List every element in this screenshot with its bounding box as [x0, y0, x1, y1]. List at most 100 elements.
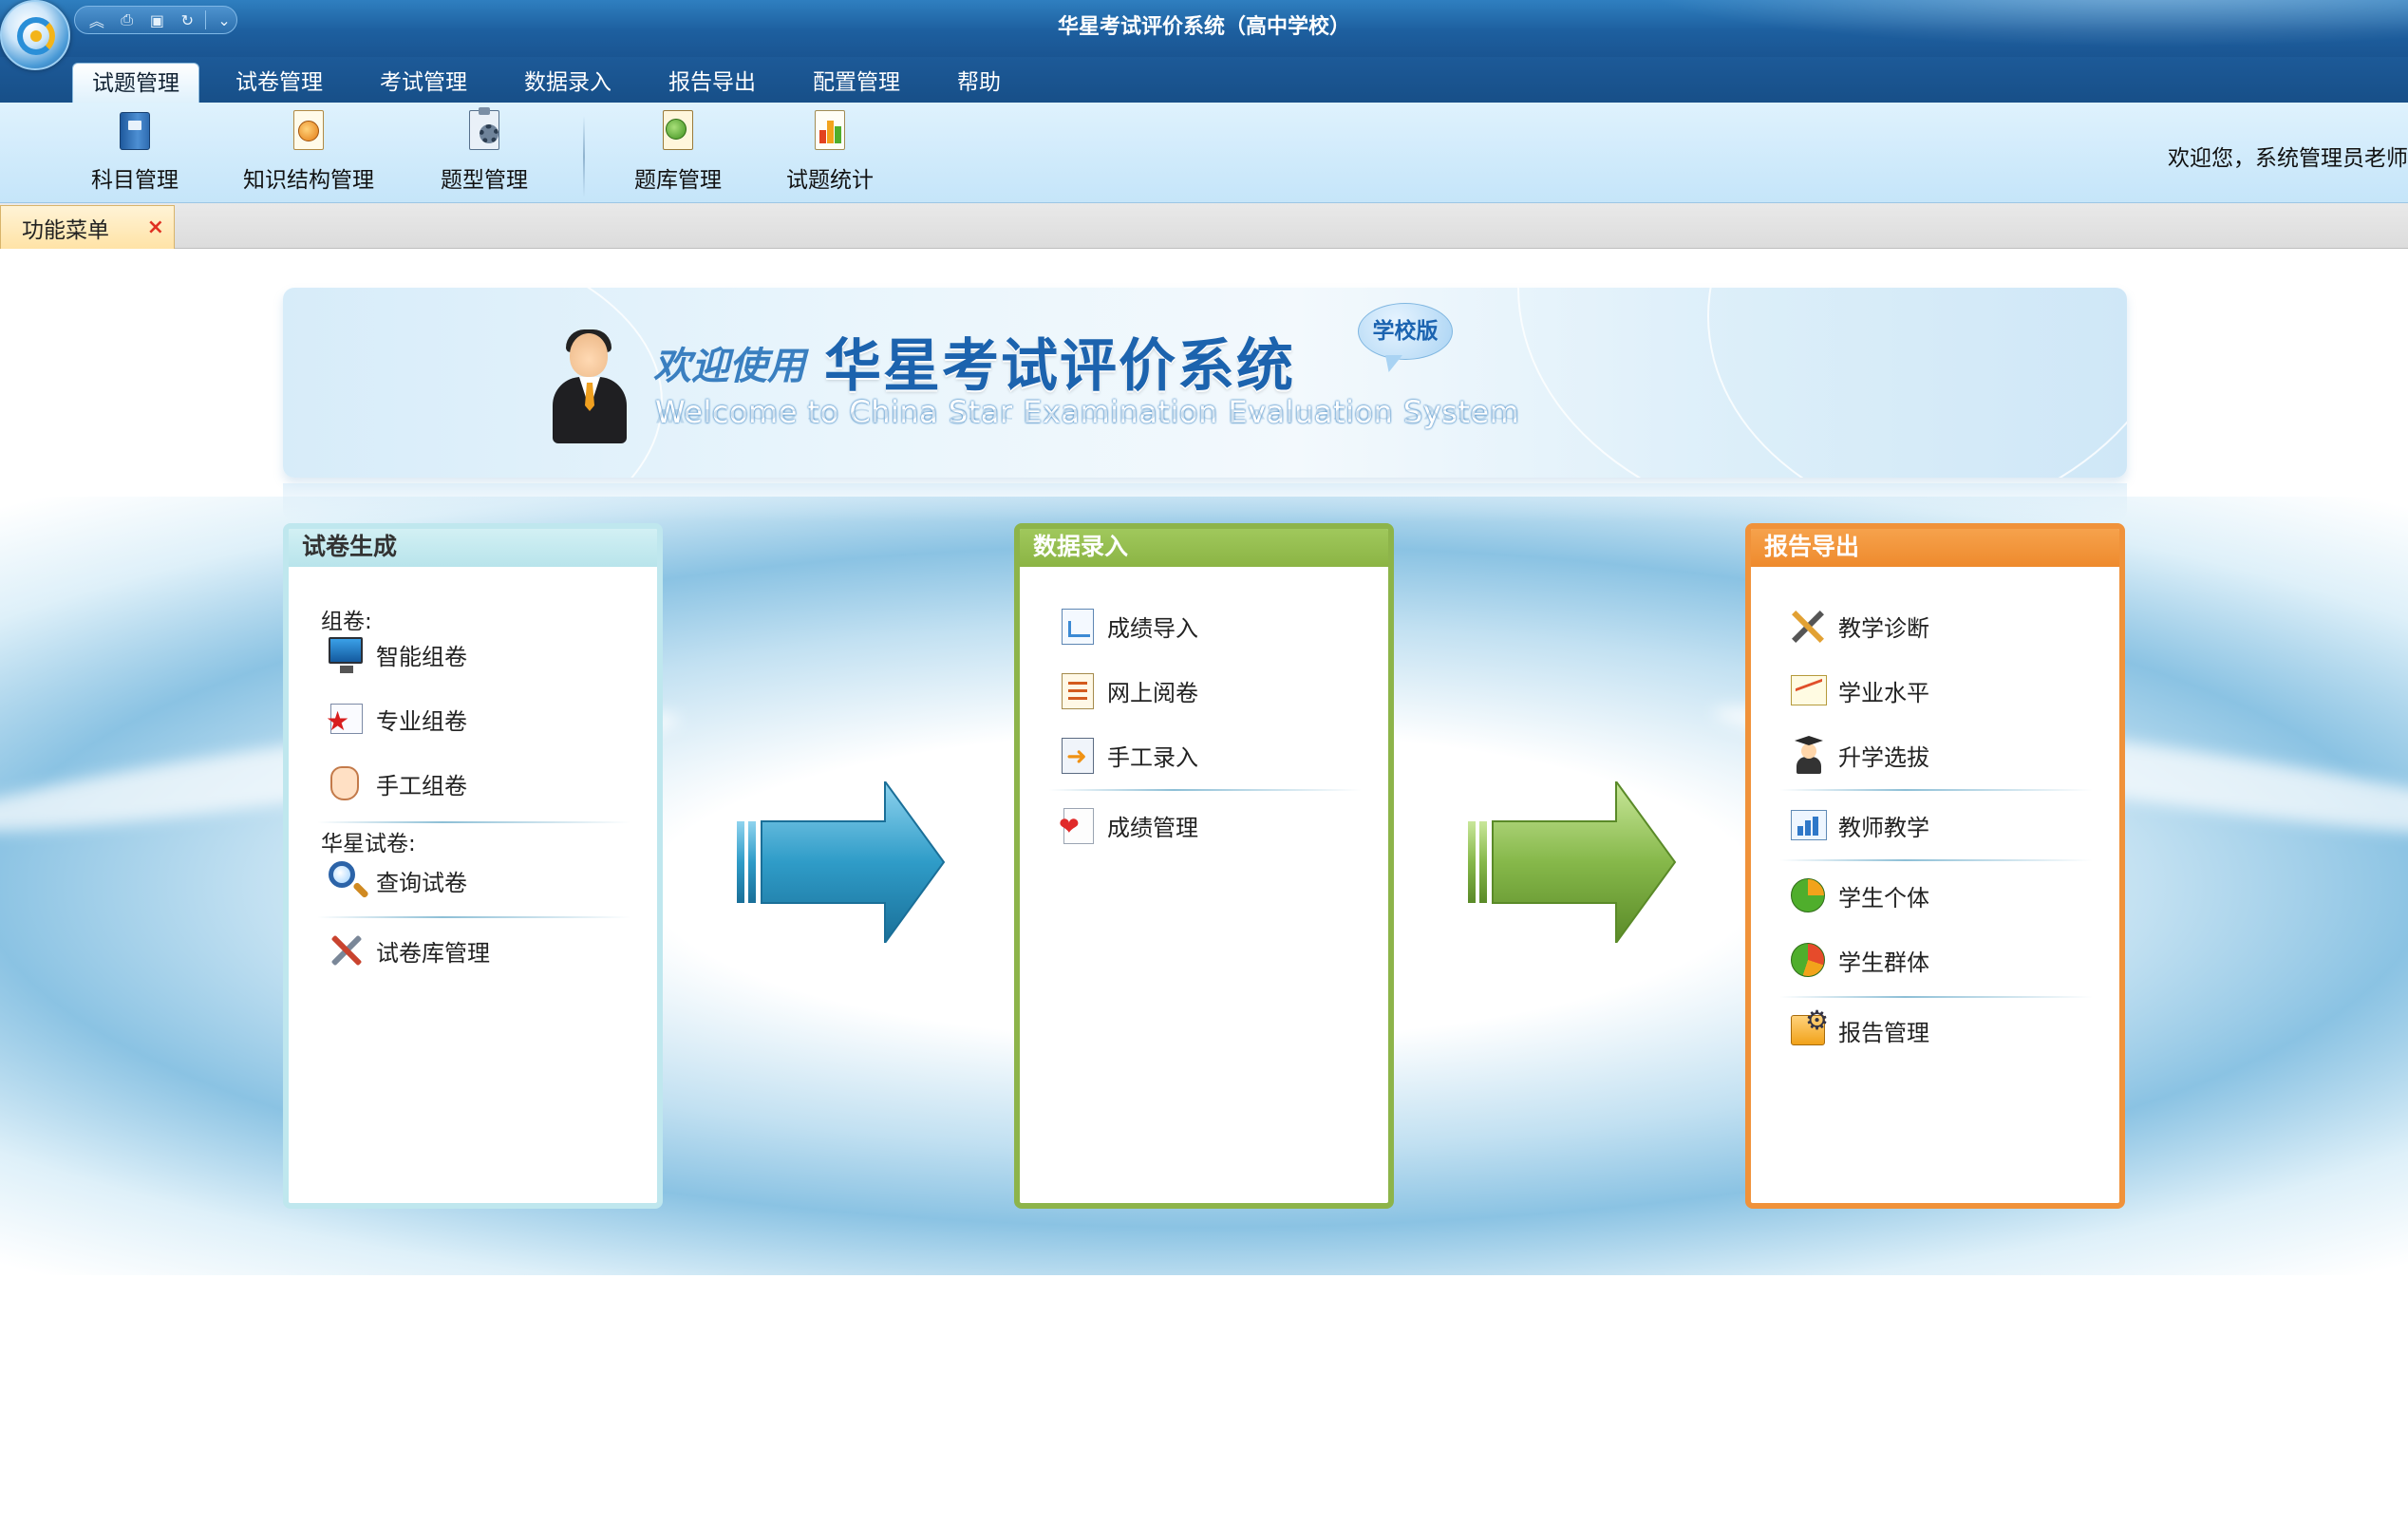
question-type-button[interactable]: 题型管理 [441, 107, 528, 199]
flow-arrow-blue [737, 781, 946, 943]
online-marking-label: 网上阅卷 [1107, 679, 1198, 706]
tab-data-entry[interactable]: 数据录入 [505, 63, 630, 103]
report-management-item[interactable]: 报告管理 [1787, 1005, 1929, 1053]
collapse-icon[interactable]: ︽ [85, 9, 109, 30]
clipboard-gear-icon [463, 107, 505, 154]
query-paper-item[interactable]: 查询试卷 [325, 857, 467, 903]
online-marking-item[interactable]: 网上阅卷 [1056, 667, 1198, 713]
paper-library-label: 试卷库管理 [376, 939, 490, 967]
section-divider [1779, 789, 2093, 791]
tab-paper-management[interactable]: 试卷管理 [216, 63, 342, 103]
list-doc-icon [1056, 669, 1098, 711]
panel-paper-title: 试卷生成 [289, 529, 657, 567]
dropdown-icon[interactable]: ⌄ [212, 9, 236, 30]
professional-compose-item[interactable]: ★ 专业组卷 [325, 696, 467, 742]
ribbon-panel: 科目管理 知识结构管理 题型管理 题库管理 试题统计 [0, 103, 2408, 203]
student-group-item[interactable]: 学生群体 [1787, 937, 1929, 983]
smart-compose-item[interactable]: 智能组卷 [325, 631, 467, 677]
student-individual-item[interactable]: 学生个体 [1787, 873, 1929, 918]
banner-title: 华星考试评价系统 [824, 333, 1295, 400]
academic-level-item[interactable]: 学业水平 [1787, 667, 1929, 713]
ribbon-separator [583, 116, 585, 197]
question-statistics-label: 试题统计 [786, 168, 874, 193]
tab-help[interactable]: 帮助 [938, 63, 1020, 103]
magnifier-icon [325, 859, 367, 901]
refresh-icon[interactable]: ↻ [175, 9, 199, 30]
manual-compose-item[interactable]: 手工组卷 [325, 761, 467, 806]
student-group-label: 学生群体 [1838, 949, 1929, 976]
manual-entry-item[interactable]: 手工录入 [1056, 732, 1198, 778]
section-divider [317, 821, 630, 823]
bar-chart-icon [1787, 804, 1829, 846]
window-title: 华星考试评价系统（高中学校） [1057, 15, 1350, 39]
title-bar: 华星考试评价系统（高中学校） [0, 0, 2408, 57]
app-menu-button[interactable] [0, 0, 70, 70]
banner-subtitle-reflection: Welcome to China Star Examination Evalua… [655, 404, 1520, 426]
graduate-icon [1787, 734, 1829, 776]
section-divider [317, 916, 630, 918]
book-icon [114, 108, 156, 154]
arrow-window-icon [1056, 734, 1098, 776]
user-avatar-icon [549, 329, 630, 447]
edition-badge: 学校版 [1358, 303, 1453, 360]
panel-report-title: 报告导出 [1751, 529, 2119, 567]
group-huaxing-paper-label: 华星试卷: [321, 832, 416, 856]
section-divider [1048, 789, 1362, 791]
quick-access-toolbar: ︽ ⎙ ▣ ↻ ⌄ [74, 6, 237, 34]
star-card-icon: ★ [325, 698, 367, 740]
knowledge-structure-label: 知识结构管理 [243, 168, 374, 193]
cross-tools-icon [1787, 605, 1829, 647]
tab-question-management[interactable]: 试题管理 [72, 63, 199, 103]
flow-arrow-green [1468, 781, 1677, 943]
subject-management-label: 科目管理 [91, 168, 179, 193]
panel-data-title: 数据录入 [1020, 529, 1388, 567]
knowledge-doc-icon [288, 108, 329, 154]
quick-access-separator [205, 10, 207, 29]
chart-import-icon [1056, 605, 1098, 647]
document-tab-strip: 功能菜单 × [0, 203, 2408, 249]
bar-chart-doc-icon [809, 108, 851, 154]
pie-chart-multi-icon [1787, 939, 1829, 981]
teacher-teaching-item[interactable]: 教师教学 [1787, 802, 1929, 848]
banner-arc [1707, 288, 2127, 478]
tools-icon [325, 930, 367, 971]
panel-report-export: 报告导出 教学诊断 学业水平 升学选拔 教师教学 学生个体 学生群体 ⚙ 报告管… [1745, 523, 2125, 1209]
tab-function-menu[interactable]: 功能菜单 × [0, 205, 175, 249]
teaching-diagnosis-label: 教学诊断 [1838, 614, 1929, 642]
save-icon[interactable]: ▣ [145, 9, 170, 30]
tab-exam-management[interactable]: 考试管理 [361, 63, 486, 103]
pie-chart-icon [1787, 874, 1829, 916]
close-icon[interactable]: × [147, 216, 164, 239]
paper-library-item[interactable]: 试卷库管理 [325, 928, 490, 973]
academic-level-label: 学业水平 [1838, 679, 1929, 706]
teacher-teaching-label: 教师教学 [1838, 814, 1929, 841]
query-paper-label: 查询试卷 [376, 869, 467, 896]
question-bank-button[interactable]: 题库管理 [634, 108, 722, 199]
function-menu-label: 功能菜单 [22, 217, 109, 243]
admission-selection-item[interactable]: 升学选拔 [1787, 732, 1929, 778]
tab-report-export[interactable]: 报告导出 [649, 63, 775, 103]
gear-box-icon [1787, 1005, 1829, 1051]
subject-management-button[interactable]: 科目管理 [91, 108, 179, 199]
hand-icon [325, 762, 367, 804]
banner-reflection [283, 483, 2127, 521]
app-logo-dot [30, 30, 42, 42]
report-management-label: 报告管理 [1838, 1019, 1929, 1046]
print-icon[interactable]: ⎙ [115, 9, 140, 30]
tab-config-management[interactable]: 配置管理 [794, 63, 919, 103]
question-statistics-button[interactable]: 试题统计 [786, 108, 874, 199]
student-individual-label: 学生个体 [1838, 884, 1929, 912]
welcome-banner: 欢迎使用 华星考试评价系统 Welcome to China Star Exam… [283, 288, 2127, 478]
group-compose-label: 组卷: [321, 610, 372, 634]
manual-compose-label: 手工组卷 [376, 772, 467, 799]
manual-entry-label: 手工录入 [1107, 743, 1198, 771]
knowledge-structure-button[interactable]: 知识结构管理 [243, 108, 374, 199]
smart-compose-label: 智能组卷 [376, 643, 467, 670]
professional-compose-label: 专业组卷 [376, 707, 467, 735]
score-management-label: 成绩管理 [1107, 814, 1198, 841]
welcome-text: 欢迎您，系统管理员老师 [2168, 146, 2408, 171]
score-management-item[interactable]: 成绩管理 [1056, 802, 1198, 848]
score-import-item[interactable]: 成绩导入 [1056, 603, 1198, 649]
ribbon-tabs: 试题管理 试卷管理 考试管理 数据录入 报告导出 配置管理 帮助 [0, 57, 2408, 103]
teaching-diagnosis-item[interactable]: 教学诊断 [1787, 603, 1929, 649]
